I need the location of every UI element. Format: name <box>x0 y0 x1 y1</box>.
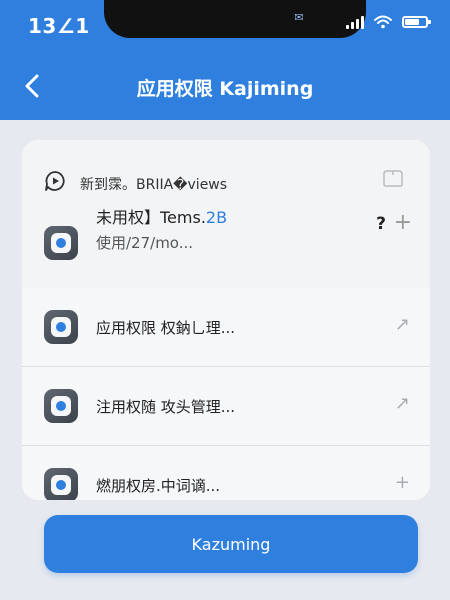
list-item-label: 注用权随 攻头管理... <box>96 398 236 416</box>
wifi-icon <box>374 15 392 29</box>
battery-level <box>405 19 419 25</box>
app-name-accent: 2B <box>205 208 228 227</box>
app-name: 未用权】Tems.2B <box>96 204 227 228</box>
list-item[interactable]: 应用权限 权鈉乚理... ↗ <box>22 288 430 367</box>
status-time: 13∠1 <box>28 14 90 38</box>
folder-icon[interactable] <box>382 168 404 188</box>
app-icon <box>44 226 78 260</box>
add-icon[interactable]: + <box>395 472 410 493</box>
list-item-label: 应用权限 权鈉乚理... <box>96 319 236 337</box>
app-icon <box>44 468 78 500</box>
app-name-text: 未用权】Tems. <box>96 208 206 227</box>
play-chat-icon <box>45 171 65 191</box>
list-item[interactable]: 燃朋权房.中词谪... + <box>22 446 430 500</box>
card-header-label: 新到霂。BRIIA�views <box>80 177 228 193</box>
notch-indicator-icon: ✉ <box>294 11 304 24</box>
status-icons <box>346 15 431 29</box>
help-icon[interactable]: ? <box>376 214 386 234</box>
permissions-card: 新到霂。BRIIA�views 未用权】Tems.2B 使用/27/mo... … <box>22 140 430 500</box>
card-header: 新到霂。BRIIA�views 未用权】Tems.2B 使用/27/mo... … <box>22 140 430 289</box>
status-bar: 13∠1 ✉ <box>0 0 450 52</box>
navigation-bar: 应用权限 Kajiming <box>0 52 450 120</box>
list-item[interactable]: 注用权随 攻头管理... ↗ <box>22 367 430 446</box>
content-area: 新到霂。BRIIA�views 未用权】Tems.2B 使用/27/mo... … <box>0 120 450 600</box>
battery-icon <box>402 16 431 28</box>
share-arrow-icon[interactable]: ↗ <box>395 314 410 335</box>
add-icon[interactable]: + <box>394 212 412 234</box>
app-icon <box>44 310 78 344</box>
page-title: 应用权限 Kajiming <box>136 78 314 100</box>
notch <box>104 0 366 38</box>
share-arrow-icon[interactable]: ↗ <box>395 393 410 414</box>
primary-button[interactable]: Kazuming <box>44 515 418 573</box>
app-usage-text: 使用/27/mo... <box>96 234 194 252</box>
app-icon <box>44 389 78 423</box>
cellular-signal-icon <box>346 15 364 29</box>
list-item-label: 燃朋权房.中词谪... <box>96 477 221 495</box>
